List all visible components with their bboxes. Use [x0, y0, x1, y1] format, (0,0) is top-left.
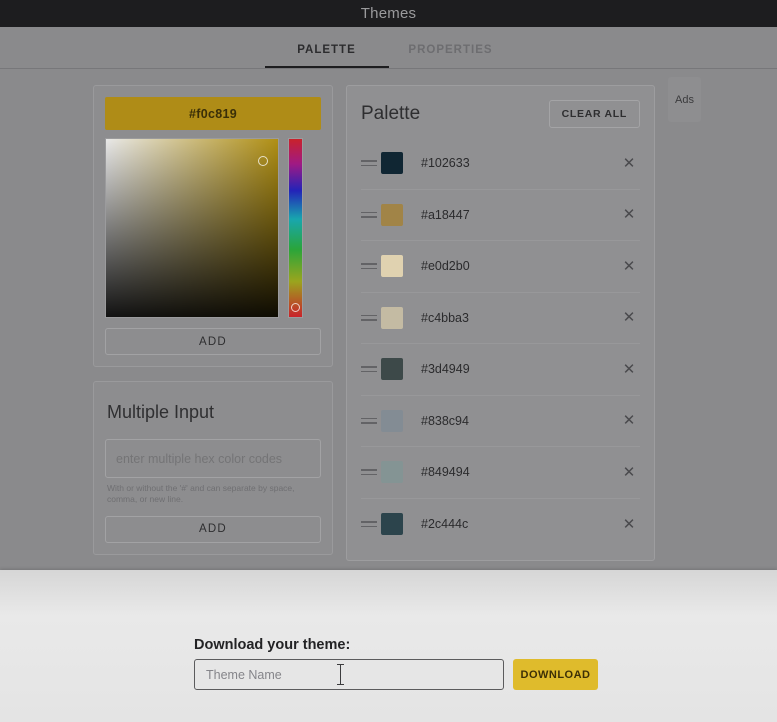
color-hex-label: #849494	[421, 465, 470, 480]
add-color-button[interactable]: ADD	[105, 328, 321, 355]
remove-color-icon[interactable]: ✕	[618, 413, 640, 428]
drag-handle-icon[interactable]	[361, 366, 377, 373]
palette-title: Palette	[361, 103, 421, 124]
color-hex-label: #c4bba3	[421, 310, 469, 325]
left-column: #f0c819 ADD Multiple Input With or w	[93, 85, 333, 555]
theme-name-field-wrap	[194, 659, 504, 690]
palette-row: #2c444c ✕	[361, 499, 640, 551]
drag-handle-icon[interactable]	[361, 314, 377, 321]
color-swatch[interactable]	[381, 461, 403, 484]
hue-slider-handle[interactable]	[291, 303, 300, 312]
drag-handle-icon[interactable]	[361, 469, 377, 476]
multiple-input-hint: With or without the '#' and can separate…	[107, 483, 295, 505]
picker-controls	[105, 138, 321, 318]
tab-palette[interactable]: PALETTE	[264, 44, 389, 68]
hue-slider[interactable]	[288, 138, 303, 318]
window-titlebar: Themes	[0, 0, 777, 27]
tab-bar: PALETTE PROPERTIES	[0, 27, 777, 69]
themes-page: Themes PALETTE PROPERTIES #f0c819 ADD Mu…	[0, 0, 777, 722]
text-cursor	[337, 664, 344, 685]
palette-panel: Palette CLEAR ALL #102633 ✕ #a18447 ✕ #e0d2b…	[346, 85, 655, 561]
current-hex-display: #f0c819	[105, 97, 321, 130]
palette-row: #e0d2b0 ✕	[361, 241, 640, 293]
saturation-value-handle[interactable]	[258, 156, 268, 166]
drag-handle-icon[interactable]	[361, 211, 377, 218]
palette-row: #a18447 ✕	[361, 190, 640, 241]
color-hex-label: #2c444c	[421, 517, 469, 532]
multiple-input-card: Multiple Input With or without the '#' a…	[93, 381, 333, 555]
saturation-value-area[interactable]	[105, 138, 279, 318]
color-swatch[interactable]	[381, 409, 403, 432]
remove-color-icon[interactable]: ✕	[618, 465, 640, 480]
palette-row: #3d4949 ✕	[361, 344, 640, 396]
app-root: Themes PALETTE PROPERTIES #f0c819 ADD Mu…	[0, 0, 777, 722]
download-label: Download your theme:	[194, 637, 351, 653]
color-swatch[interactable]	[381, 306, 403, 329]
remove-color-icon[interactable]: ✕	[618, 310, 640, 325]
drag-handle-icon[interactable]	[361, 263, 377, 270]
color-hex-label: #a18447	[421, 207, 470, 222]
drag-handle-icon[interactable]	[361, 521, 377, 528]
palette-header: Palette CLEAR ALL	[361, 100, 640, 138]
palette-row: #102633 ✕	[361, 138, 640, 190]
ads-placeholder[interactable]: Ads	[668, 77, 701, 122]
color-swatch[interactable]	[381, 358, 403, 381]
drag-handle-icon[interactable]	[361, 160, 377, 167]
color-swatch[interactable]	[381, 203, 403, 226]
multiple-input-title: Multiple Input	[107, 402, 215, 422]
multiple-hex-input[interactable]	[105, 439, 321, 478]
palette-row: #849494 ✕	[361, 447, 640, 499]
color-picker-card: #f0c819 ADD	[93, 85, 333, 367]
color-swatch[interactable]	[381, 255, 403, 278]
color-hex-label: #e0d2b0	[421, 259, 470, 274]
palette-list: #102633 ✕ #a18447 ✕ #e0d2b0 ✕ #c4bba3 ✕ #3d4949 ✕…	[361, 138, 640, 550]
remove-color-icon[interactable]: ✕	[618, 156, 640, 171]
remove-color-icon[interactable]: ✕	[618, 517, 640, 532]
remove-color-icon[interactable]: ✕	[618, 207, 640, 222]
add-multiple-button[interactable]: ADD	[105, 515, 321, 543]
color-hex-label: #102633	[421, 156, 470, 171]
remove-color-icon[interactable]: ✕	[618, 362, 640, 377]
page-title: Themes	[360, 5, 417, 22]
color-hex-label: #3d4949	[421, 362, 470, 377]
theme-name-input[interactable]	[194, 659, 504, 690]
color-swatch[interactable]	[381, 152, 403, 175]
drag-handle-icon[interactable]	[361, 417, 377, 424]
tab-properties[interactable]: PROPERTIES	[389, 44, 513, 68]
download-button[interactable]: DOWNLOAD	[513, 659, 598, 690]
palette-row: #838c94 ✕	[361, 396, 640, 447]
remove-color-icon[interactable]: ✕	[618, 259, 640, 274]
palette-row: #c4bba3 ✕	[361, 293, 640, 344]
download-bar: Download your theme: DOWNLOAD	[0, 570, 777, 722]
color-hex-label: #838c94	[421, 413, 469, 428]
clear-all-button[interactable]: CLEAR ALL	[548, 100, 640, 128]
color-swatch[interactable]	[381, 513, 403, 536]
